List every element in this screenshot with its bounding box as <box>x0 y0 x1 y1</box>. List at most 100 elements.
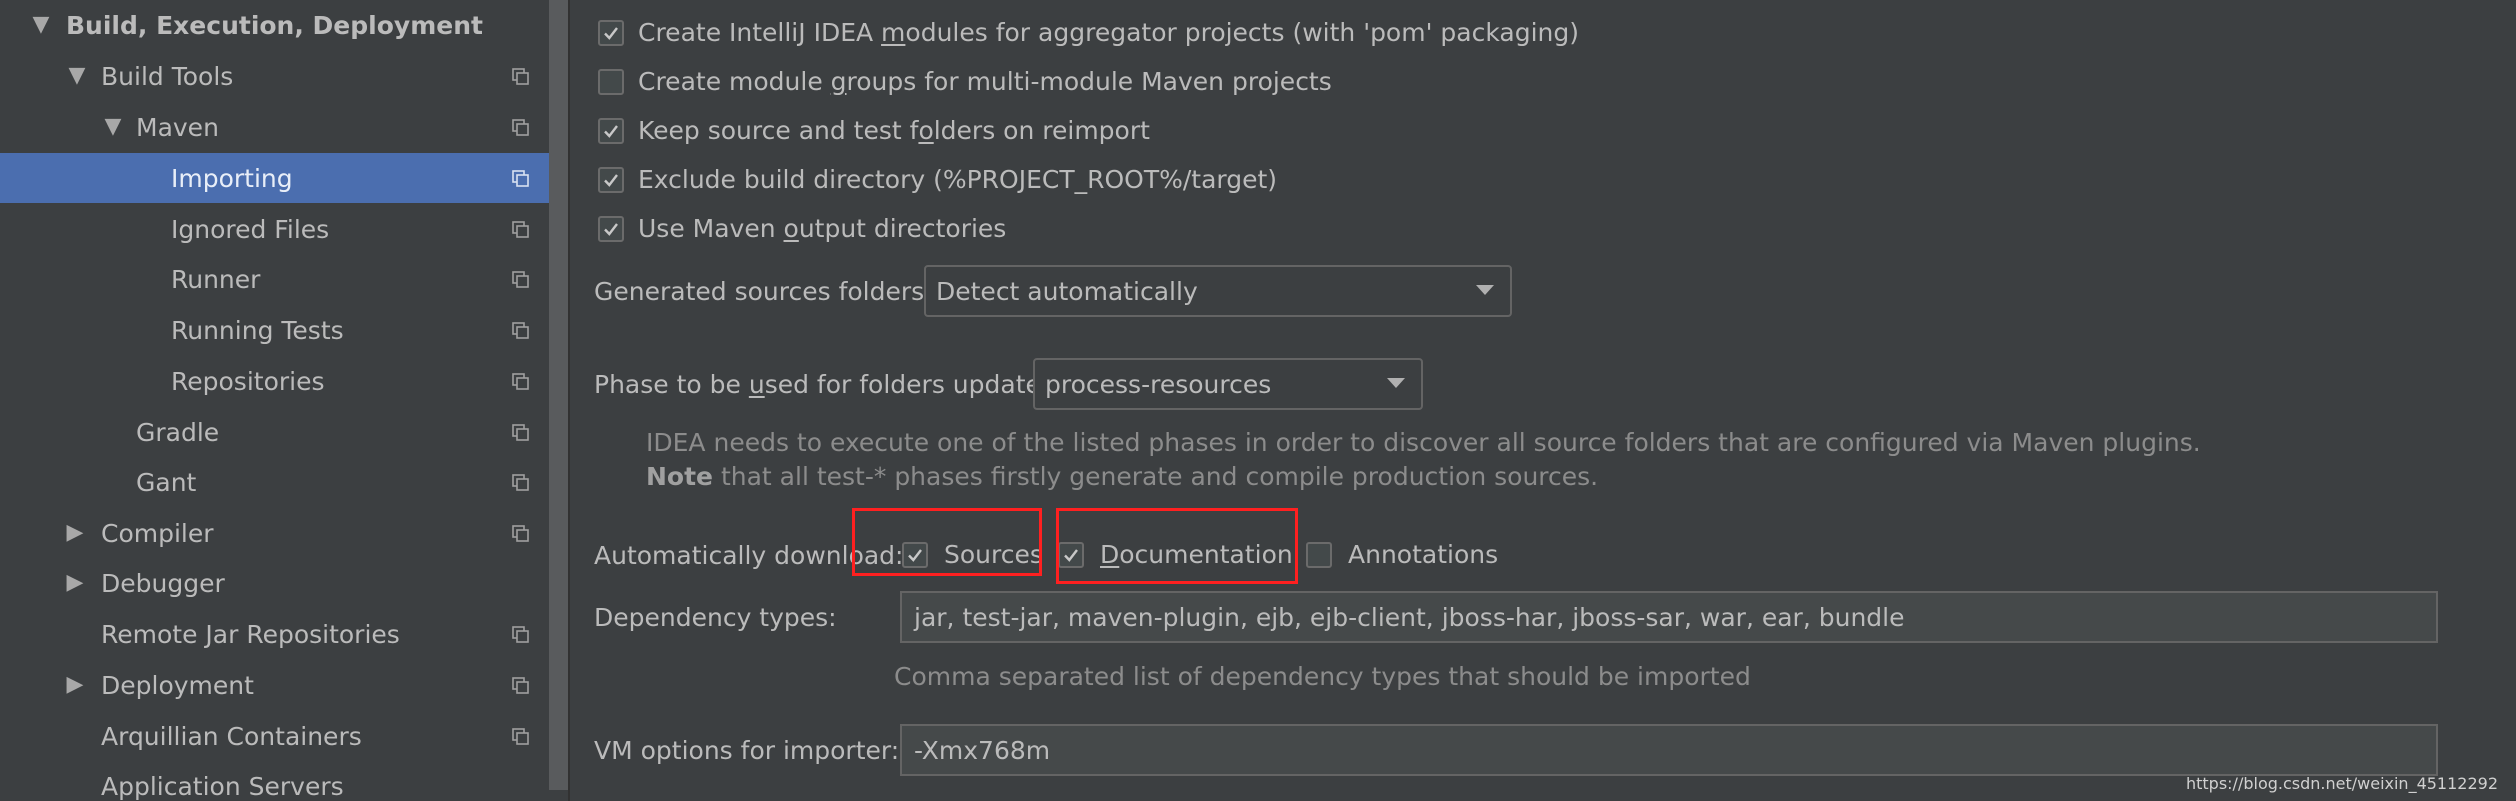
label-part: Create module <box>638 67 831 96</box>
tree-item-label: Gant <box>136 467 197 497</box>
tree-item-build-execution-deployment[interactable]: ▼ Build, Execution, Deployment <box>0 0 568 50</box>
triangle-down-icon[interactable]: ▼ <box>30 14 52 36</box>
copy-icon <box>512 474 529 491</box>
tree-item-build-tools[interactable]: ▼ Build Tools <box>0 51 568 101</box>
copy-icon <box>512 119 529 136</box>
triangle-right-icon[interactable]: ▶ <box>64 572 86 594</box>
settings-tree: ▼ Build, Execution, Deployment ▼ Build T… <box>0 0 568 801</box>
mnemonic: o <box>918 116 934 145</box>
phase-hint-line1: IDEA needs to execute one of the listed … <box>646 428 2201 457</box>
tree-item-deployment[interactable]: ▶ Deployment <box>0 660 568 710</box>
triangle-down-icon[interactable]: ▼ <box>66 65 88 87</box>
tree-item-running-tests[interactable]: Running Tests <box>0 305 568 355</box>
maven-importing-panel: Create IntelliJ IDEA modules for aggrega… <box>570 0 2516 801</box>
tree-item-label: Maven <box>136 112 219 142</box>
label-part: sed for folders update: <box>764 370 1050 399</box>
tree-item-compiler[interactable]: ▶ Compiler <box>0 508 568 558</box>
phase-hint-line2: Note that all test-* phases firstly gene… <box>646 462 1598 491</box>
checkmark-icon <box>604 173 618 187</box>
triangle-right-icon[interactable]: ▶ <box>64 674 86 696</box>
create-modules-label: Create IntelliJ IDEA modules for aggrega… <box>638 18 1579 47</box>
generated-sources-value: Detect automatically <box>936 276 1198 306</box>
tree-item-maven[interactable]: ▼ Maven <box>0 102 568 152</box>
phase-label: Phase to be used for folders update: <box>594 370 1049 399</box>
tree-item-gant[interactable]: Gant <box>0 457 568 507</box>
tree-item-label: Build, Execution, Deployment <box>66 10 483 40</box>
label-part: lders on reimport <box>933 116 1150 145</box>
checkmark-icon <box>604 222 618 236</box>
copy-icon <box>512 68 529 85</box>
copy-icon <box>512 525 529 542</box>
exclude-build-option[interactable]: Exclude build directory (%PROJECT_ROOT%/… <box>598 165 1277 194</box>
mnemonic: g <box>830 67 847 96</box>
tree-item-label: Gradle <box>136 417 220 447</box>
tree-item-runner[interactable]: Runner <box>0 254 568 304</box>
copy-icon <box>512 728 529 745</box>
mnemonic: u <box>748 370 765 399</box>
module-groups-checkbox[interactable] <box>598 68 624 95</box>
tree-item-repositories[interactable]: Repositories <box>0 356 568 406</box>
copy-icon <box>512 170 529 187</box>
copy-icon <box>512 677 529 694</box>
tree-item-label: Deployment <box>101 670 254 700</box>
keep-folders-label: Keep source and test folders on reimport <box>638 116 1150 145</box>
tree-item-label: Running Tests <box>171 315 344 345</box>
tree-item-gradle[interactable]: Gradle <box>0 407 568 457</box>
tree-item-label: Application Servers <box>101 771 344 801</box>
use-output-option[interactable]: Use Maven output directories <box>598 214 1006 243</box>
use-output-label: Use Maven output directories <box>638 214 1006 243</box>
triangle-down-icon[interactable]: ▼ <box>102 116 124 138</box>
checkmark-icon <box>604 124 618 138</box>
dependency-types-label: Dependency types: <box>594 603 837 632</box>
highlight-box-documentation <box>1056 508 1298 584</box>
copy-icon <box>512 373 529 390</box>
tree-item-debugger[interactable]: ▶ Debugger <box>0 558 568 608</box>
tree-item-label: Build Tools <box>101 61 234 91</box>
label-part: Use Maven <box>638 214 784 243</box>
tree-item-ignored-files[interactable]: Ignored Files <box>0 204 568 254</box>
label-part: Phase to be <box>594 370 749 399</box>
tree-item-label: Runner <box>171 264 261 294</box>
sidebar-scrollbar[interactable] <box>549 0 568 790</box>
chevron-down-icon <box>1476 285 1494 295</box>
tree-item-label: Repositories <box>171 366 325 396</box>
mnemonic: m <box>881 18 906 47</box>
label-part: utput directories <box>798 214 1007 243</box>
watermark: https://blog.csdn.net/weixin_45112292 <box>2185 774 2498 793</box>
create-modules-checkbox[interactable] <box>598 19 624 46</box>
tree-item-label: Arquillian Containers <box>101 721 362 751</box>
generated-sources-label: Generated sources folders: <box>594 277 933 306</box>
tree-item-remote-jar-repositories[interactable]: Remote Jar Repositories <box>0 609 568 659</box>
label-part: roups for multi-module Maven projects <box>846 67 1332 96</box>
phase-value: process-resources <box>1045 369 1272 399</box>
annotations-checkbox[interactable] <box>1306 541 1332 568</box>
vm-options-input[interactable]: -Xmx768m <box>900 724 2438 776</box>
annotations-option[interactable]: Annotations <box>1306 540 1498 569</box>
vm-options-label: VM options for importer: <box>594 736 900 765</box>
module-groups-label: Create module groups for multi-module Ma… <box>638 67 1332 96</box>
tree-item-label: Ignored Files <box>171 214 330 244</box>
phase-dropdown[interactable]: process-resources <box>1033 358 1423 410</box>
tree-item-application-servers[interactable]: Application Servers <box>0 761 568 801</box>
exclude-build-label: Exclude build directory (%PROJECT_ROOT%/… <box>638 165 1278 194</box>
copy-icon <box>512 626 529 643</box>
dependency-types-input[interactable]: jar, test-jar, maven-plugin, ejb, ejb-cl… <box>900 591 2438 643</box>
create-modules-option[interactable]: Create IntelliJ IDEA modules for aggrega… <box>598 18 1579 47</box>
use-output-checkbox[interactable] <box>598 215 624 242</box>
chevron-down-icon <box>1387 378 1405 388</box>
copy-icon <box>512 424 529 441</box>
triangle-right-icon[interactable]: ▶ <box>64 522 86 544</box>
generated-sources-dropdown[interactable]: Detect automatically <box>924 265 1512 317</box>
dependency-types-hint: Comma separated list of dependency types… <box>894 662 1751 691</box>
keep-folders-option[interactable]: Keep source and test folders on reimport <box>598 116 1150 145</box>
label-part: Keep source and test f <box>638 116 919 145</box>
hint-note: Note <box>646 462 714 491</box>
keep-folders-checkbox[interactable] <box>598 117 624 144</box>
tree-item-arquillian-containers[interactable]: Arquillian Containers <box>0 711 568 761</box>
tree-item-importing[interactable]: Importing <box>0 153 568 203</box>
exclude-build-checkbox[interactable] <box>598 166 624 193</box>
hint-text: that all test-* phases firstly generate … <box>713 462 1599 491</box>
mnemonic: o <box>783 214 799 243</box>
checkmark-icon <box>604 26 618 40</box>
module-groups-option[interactable]: Create module groups for multi-module Ma… <box>598 67 1332 96</box>
